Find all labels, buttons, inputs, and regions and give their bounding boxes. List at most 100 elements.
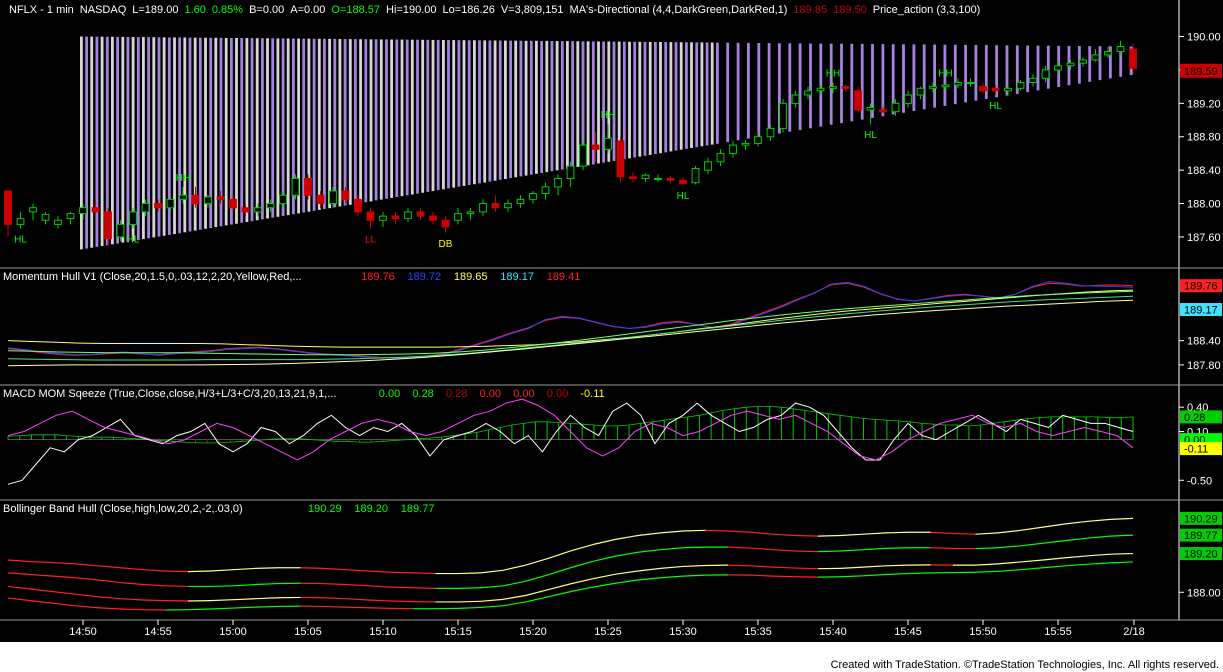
series-segment[interactable]	[165, 570, 189, 573]
candle-body[interactable]	[954, 82, 962, 86]
candle-body[interactable]	[291, 178, 300, 196]
candle-body[interactable]	[54, 219, 62, 225]
series-segment[interactable]	[795, 567, 819, 570]
candle-body[interactable]	[1004, 87, 1012, 92]
candle-body[interactable]	[254, 207, 262, 213]
candle-body[interactable]	[379, 215, 387, 221]
series-segment[interactable]	[705, 529, 729, 532]
series-segment[interactable]	[727, 564, 751, 567]
candle-body[interactable]	[504, 203, 512, 209]
candle-body[interactable]	[329, 190, 337, 204]
candle-body[interactable]	[766, 127, 775, 138]
candle-body[interactable]	[729, 144, 737, 155]
candle-body[interactable]	[829, 86, 837, 89]
series-segment[interactable]	[255, 567, 279, 569]
candle-body[interactable]	[629, 176, 637, 180]
candle-body[interactable]	[154, 203, 162, 209]
candle-body[interactable]	[1016, 82, 1025, 89]
candle-body[interactable]	[654, 178, 662, 180]
series-segment[interactable]	[1110, 552, 1134, 555]
candle-body[interactable]	[1079, 59, 1087, 64]
series-segment[interactable]	[772, 575, 796, 578]
series-segment[interactable]	[885, 547, 909, 549]
series-segment[interactable]	[142, 599, 166, 602]
series-segment[interactable]	[412, 587, 436, 589]
candle-body[interactable]	[141, 203, 150, 213]
candle-body[interactable]	[891, 102, 900, 113]
candle-body[interactable]	[241, 207, 250, 213]
candle-body[interactable]	[4, 190, 12, 225]
candle-body[interactable]	[441, 219, 450, 228]
candle-body[interactable]	[666, 178, 675, 181]
candle-body[interactable]	[41, 213, 50, 221]
candle-body[interactable]	[204, 196, 212, 205]
candle-body[interactable]	[916, 87, 925, 96]
series-segment[interactable]	[457, 572, 481, 575]
series-segment[interactable]	[457, 587, 481, 589]
candle-body[interactable]	[354, 198, 362, 213]
candle-body[interactable]	[1041, 69, 1050, 79]
series-segment[interactable]	[255, 605, 279, 608]
series-segment[interactable]	[907, 572, 931, 575]
series-segment[interactable]	[412, 572, 436, 575]
series-segment[interactable]	[322, 605, 346, 608]
candle-body[interactable]	[966, 82, 975, 84]
candle-body[interactable]	[191, 194, 200, 205]
candle-body[interactable]	[466, 211, 475, 215]
candle-body[interactable]	[591, 144, 600, 150]
candle-body[interactable]	[1104, 51, 1112, 56]
series-segment[interactable]	[300, 567, 324, 569]
candle-body[interactable]	[691, 168, 700, 184]
candle-body[interactable]	[529, 193, 537, 200]
candle-body[interactable]	[579, 144, 587, 167]
candle-body[interactable]	[616, 140, 625, 178]
candle-body[interactable]	[91, 207, 100, 213]
candle-body[interactable]	[279, 194, 287, 205]
candle-body[interactable]	[479, 203, 487, 213]
series-segment[interactable]	[390, 586, 414, 589]
candle-body[interactable]	[541, 186, 550, 195]
candle-body[interactable]	[816, 87, 825, 92]
candle-body[interactable]	[941, 84, 950, 88]
candle-body[interactable]	[791, 94, 800, 104]
candle-body[interactable]	[1116, 46, 1125, 52]
candle-body[interactable]	[741, 142, 750, 146]
candle-body[interactable]	[1091, 54, 1100, 61]
candle-body[interactable]	[29, 207, 37, 213]
series-segment[interactable]	[795, 534, 819, 537]
candle-body[interactable]	[416, 211, 425, 217]
candle-body[interactable]	[566, 165, 575, 179]
candle-body[interactable]	[641, 174, 650, 179]
series-segment[interactable]	[210, 585, 234, 588]
series-segment[interactable]	[682, 546, 706, 549]
series-segment[interactable]	[795, 550, 819, 553]
candle-body[interactable]	[604, 137, 612, 150]
candle-body[interactable]	[341, 190, 350, 200]
candle-body[interactable]	[454, 213, 462, 221]
candle-body[interactable]	[229, 198, 237, 209]
candle-body[interactable]	[704, 161, 712, 171]
candle-body[interactable]	[104, 211, 112, 240]
candle-body[interactable]	[316, 194, 325, 205]
series-segment[interactable]	[187, 570, 211, 573]
candle-body[interactable]	[1129, 48, 1137, 69]
candle-body[interactable]	[404, 211, 412, 220]
candle-body[interactable]	[116, 223, 125, 238]
candle-body[interactable]	[366, 211, 375, 221]
candle-body[interactable]	[129, 211, 137, 225]
candle-body[interactable]	[679, 179, 687, 184]
series-segment[interactable]	[885, 531, 909, 534]
series-segment[interactable]	[817, 534, 841, 537]
candle-body[interactable]	[754, 136, 762, 144]
candle-body[interactable]	[516, 198, 525, 205]
candle-body[interactable]	[1054, 65, 1062, 71]
candle-body[interactable]	[429, 215, 437, 221]
candle-body[interactable]	[716, 152, 725, 163]
candle-body[interactable]	[779, 102, 787, 129]
candle-body[interactable]	[66, 213, 75, 220]
candle-body[interactable]	[854, 90, 862, 111]
candle-body[interactable]	[79, 207, 87, 214]
series-segment[interactable]	[952, 532, 976, 535]
candle-body[interactable]	[904, 94, 912, 104]
series-segment[interactable]	[187, 608, 211, 611]
